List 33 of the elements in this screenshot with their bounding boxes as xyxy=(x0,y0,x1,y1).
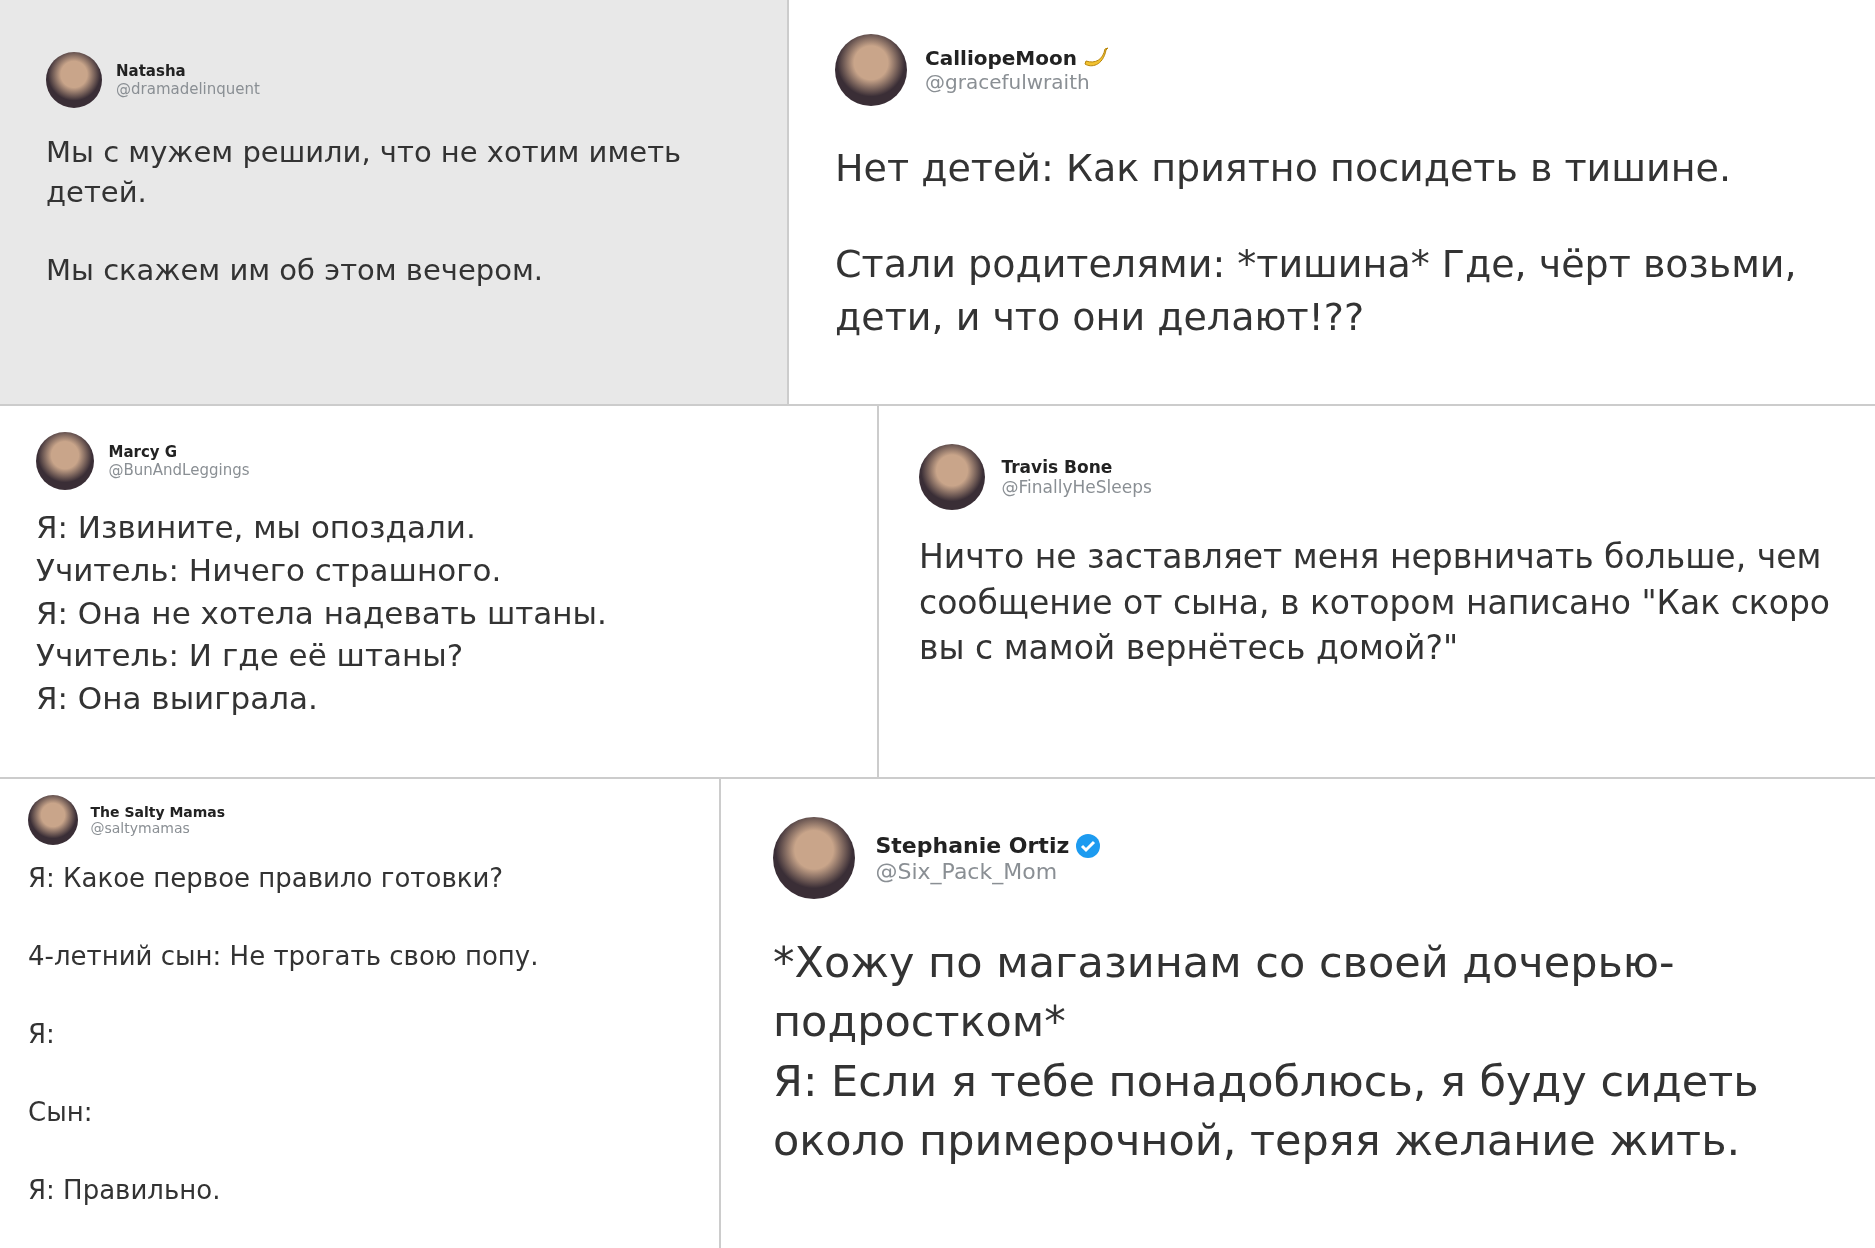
tweet-text: Я: Какое первое правило готовки? xyxy=(28,862,505,895)
user-name: Travis Bone xyxy=(1001,457,1113,477)
tweet-text: Я: Она выиграла. xyxy=(36,679,319,719)
user-handle: @dramadelinquent xyxy=(116,80,260,98)
user-name: CalliopeMoon xyxy=(925,46,1077,70)
tweet-text: Я: Правильно. xyxy=(28,1173,222,1207)
tweet-text: Я: Если я тебе понадоблюсь, я буду сидеть около примерочной, теряя желание жить. xyxy=(773,1054,1760,1167)
tweet-text: Стали родителями: *тишина* Где, чёрт возьми, дети, и что они делают!?? xyxy=(835,241,1798,341)
user-name: The Salty Mamas xyxy=(90,804,226,820)
tweet-text: Я: Извините, мы опоздали. xyxy=(36,508,477,547)
tweet-text: Я: xyxy=(28,1017,56,1051)
verified-badge-icon xyxy=(1075,832,1102,859)
tweet-text: Я: Она не хотела надевать штаны. xyxy=(36,593,608,633)
tweet-text: Мы с мужем решили, что не хотим иметь детей. xyxy=(46,134,683,211)
tweet-text: Нет детей: Как приятно посидеть в тишине. xyxy=(835,145,1733,192)
user-handle: @FinallyHeSleeps xyxy=(1001,477,1152,497)
user-handle: @gracefulwraith xyxy=(925,70,1091,94)
tweet-text: 4-летний сын: Не трогать свою попу. xyxy=(28,939,540,973)
user-name: Marcy G xyxy=(108,443,178,461)
tweet-text: Учитель: Ничего страшного. xyxy=(36,550,503,590)
avatar xyxy=(46,52,102,108)
avatar xyxy=(36,432,94,490)
tweet-text: Ничто не заставляет меня нервничать больше, чем сообщение от сына, в котором написано "Как скоро вы с мамой вернётесь домой?" xyxy=(919,536,1832,670)
user-name: Stephanie Ortiz xyxy=(875,833,1070,858)
tweet-text: *Хожу по магазинам со своей дочерью-подростком* xyxy=(773,936,1676,1049)
user-name: Natasha xyxy=(116,62,186,80)
tweet-text: Мы скажем им об этом вечером. xyxy=(46,252,545,290)
tweet-text: Учитель: И где её штаны? xyxy=(36,636,465,676)
tweet-text: Сын: xyxy=(28,1095,94,1129)
user-handle: @Six_Pack_Mom xyxy=(875,858,1059,884)
user-handle: @BunAndLeggings xyxy=(108,461,250,479)
avatar xyxy=(28,795,78,845)
user-handle: @saltymamas xyxy=(90,820,191,836)
